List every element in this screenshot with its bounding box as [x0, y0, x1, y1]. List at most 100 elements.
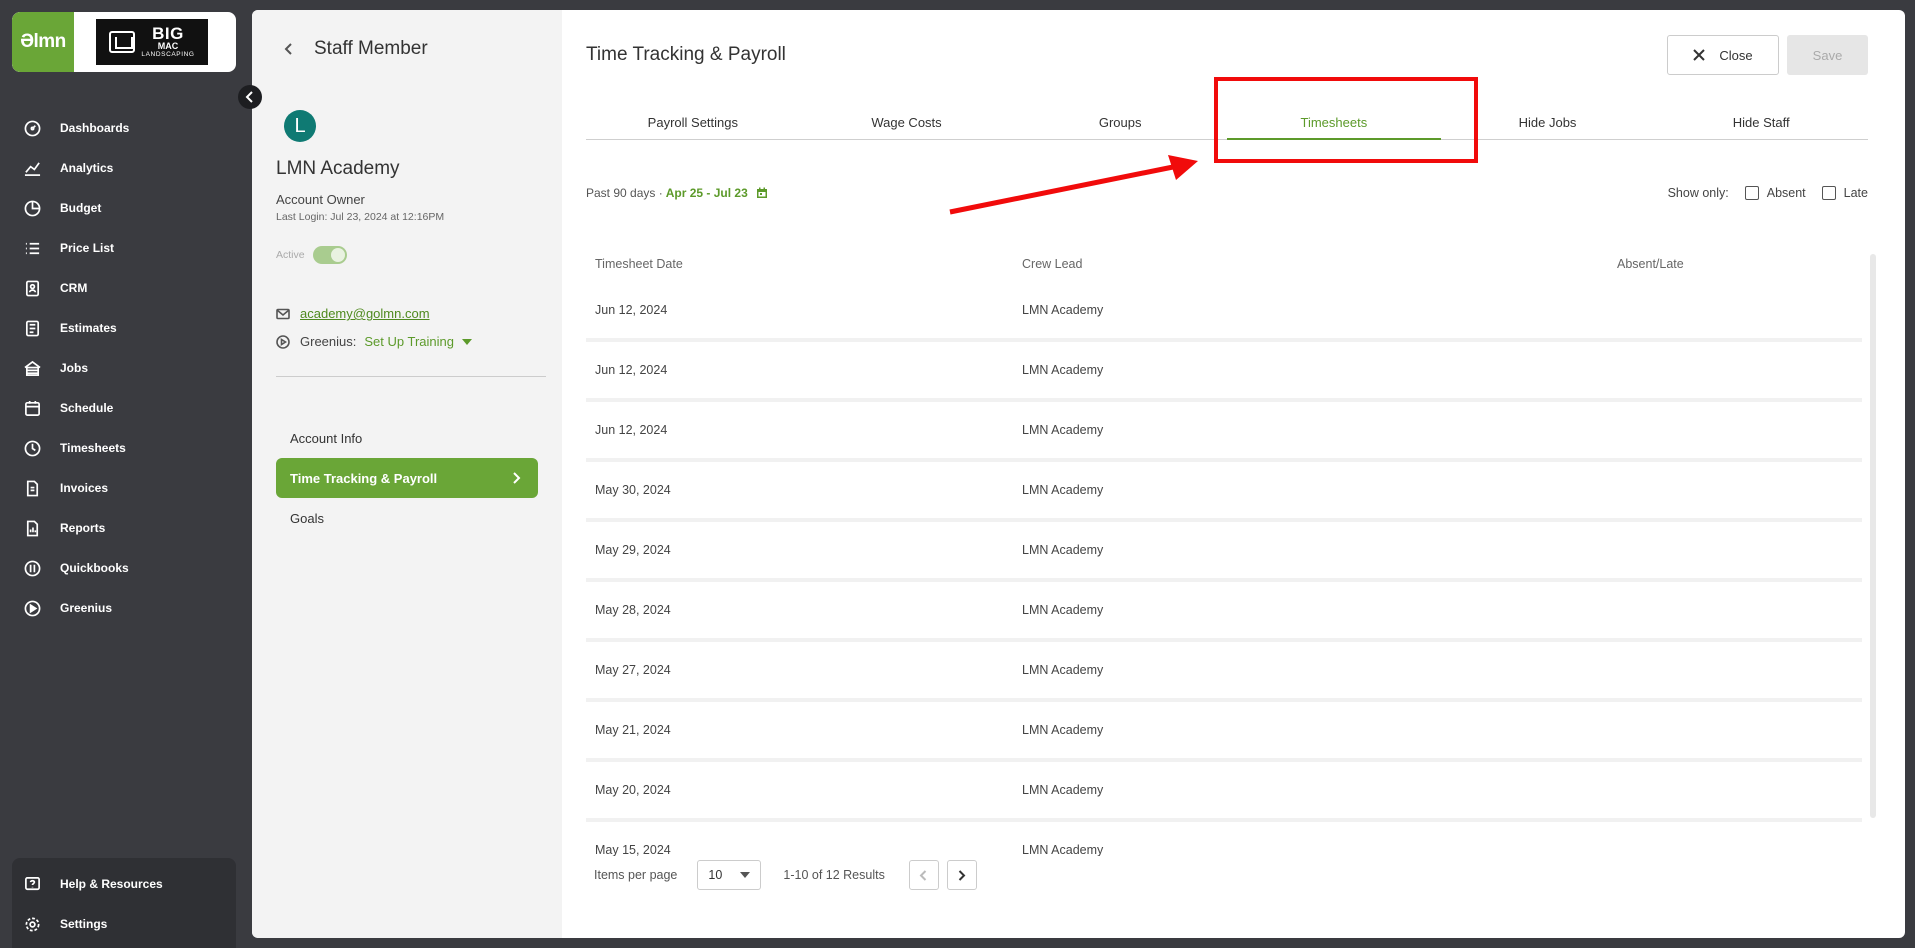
- timesheet-date-cell: Jun 12, 2024: [595, 423, 668, 437]
- menu-item-label: Account Info: [290, 430, 363, 446]
- calendar-icon: [23, 399, 41, 417]
- nav-item-analytics[interactable]: Analytics: [0, 148, 252, 188]
- nav-item-dashboards[interactable]: Dashboards: [0, 108, 252, 148]
- annotation-highlight-box: [1214, 77, 1478, 163]
- company-logo: BIG MAC LANDSCAPING: [96, 19, 208, 65]
- nav-item-label: Dashboards: [60, 121, 130, 135]
- reports-icon: [23, 519, 41, 537]
- close-button-label: Close: [1719, 47, 1753, 63]
- nav-item-label: Invoices: [60, 481, 109, 495]
- gear-icon: [23, 915, 41, 933]
- collapse-sidebar-button[interactable]: [238, 85, 262, 109]
- crew-lead-cell: LMN Academy: [1022, 363, 1104, 377]
- late-checkbox[interactable]: [1821, 186, 1836, 200]
- nav-item-estimates[interactable]: Estimates: [0, 308, 252, 348]
- greenius-training-dropdown[interactable]: Set Up Training: [364, 334, 454, 349]
- nav-item-settings[interactable]: Settings: [12, 904, 236, 944]
- nav-item-label: Analytics: [60, 161, 114, 175]
- next-page-button[interactable]: [946, 860, 977, 890]
- nav-item-label: Timesheets: [60, 441, 126, 455]
- table-row[interactable]: May 27, 2024 LMN Academy: [586, 642, 1862, 698]
- nav-item-help[interactable]: Help & Resources: [12, 864, 236, 904]
- menu-item-goals[interactable]: Goals: [276, 498, 538, 538]
- chevron-left-icon: [919, 869, 927, 881]
- jobs-icon: [23, 359, 41, 377]
- date-filter-period: Past 90 days ·: [586, 186, 663, 200]
- table-row[interactable]: May 21, 2024 LMN Academy: [586, 702, 1862, 758]
- tab-wage-costs[interactable]: Wage Costs: [800, 106, 1014, 139]
- nav-item-invoices[interactable]: Invoices: [0, 468, 252, 508]
- table-row[interactable]: May 20, 2024 LMN Academy: [586, 762, 1862, 818]
- column-header-crew-lead[interactable]: Crew Lead: [1013, 257, 1608, 271]
- nav-item-label: Settings: [60, 917, 108, 931]
- menu-item-label: Goals: [290, 510, 324, 526]
- caret-down-icon[interactable]: [461, 338, 472, 345]
- staff-name: LMN Academy: [276, 158, 400, 179]
- email-row: academy@golmn.com: [276, 306, 430, 321]
- nav-item-reports[interactable]: Reports: [0, 508, 252, 548]
- chevron-right-icon: [959, 869, 966, 881]
- table-scrollbar[interactable]: [1870, 254, 1876, 818]
- nav-item-schedule[interactable]: Schedule: [0, 388, 252, 428]
- table-row[interactable]: May 28, 2024 LMN Academy: [586, 582, 1862, 638]
- back-button[interactable]: Staff Member: [282, 38, 428, 60]
- column-header-absent-late[interactable]: Absent/Late: [1608, 257, 1868, 271]
- nav-item-crm[interactable]: CRM: [0, 268, 252, 308]
- absent-label: Absent: [1766, 186, 1806, 200]
- table-row[interactable]: May 29, 2024 LMN Academy: [586, 522, 1862, 578]
- save-button[interactable]: Save: [1787, 35, 1868, 75]
- crew-lead-cell: LMN Academy: [1022, 783, 1104, 797]
- crew-lead-cell: LMN Academy: [1022, 483, 1104, 497]
- nav-item-budget[interactable]: Budget: [0, 188, 252, 228]
- absent-checkbox[interactable]: [1744, 186, 1759, 200]
- quickbooks-icon: [23, 559, 41, 577]
- menu-item-time-tracking-payroll[interactable]: Time Tracking & Payroll: [276, 458, 538, 498]
- table-row[interactable]: Jun 12, 2024 LMN Academy: [586, 282, 1862, 338]
- divider: [276, 376, 546, 377]
- email-link[interactable]: academy@golmn.com: [300, 306, 430, 321]
- table-row[interactable]: May 15, 2024 LMN Academy: [586, 822, 1862, 856]
- company-logo-line3: LANDSCAPING: [141, 51, 195, 59]
- close-icon: [1693, 49, 1706, 61]
- active-toggle[interactable]: [312, 246, 347, 264]
- greenius-label: Greenius:: [300, 334, 357, 349]
- pagination: Items per page 10 1-10 of 12 Results: [594, 860, 977, 890]
- items-per-page-select[interactable]: 10: [697, 860, 762, 890]
- table-row[interactable]: Jun 12, 2024 LMN Academy: [586, 342, 1862, 398]
- previous-page-button[interactable]: [908, 860, 939, 890]
- table-row[interactable]: May 30, 2024 LMN Academy: [586, 462, 1862, 518]
- nav-item-quickbooks[interactable]: Quickbooks: [0, 548, 252, 588]
- clock-icon: [23, 439, 41, 457]
- date-range-picker[interactable]: Apr 25 - Jul 23: [666, 186, 748, 200]
- nav-item-price-list[interactable]: Price List: [0, 228, 252, 268]
- nav-item-jobs[interactable]: Jobs: [0, 348, 252, 388]
- nav-item-label: CRM: [60, 281, 88, 295]
- help-icon: [23, 875, 41, 893]
- tab-hide-staff[interactable]: Hide Staff: [1654, 106, 1868, 139]
- tab-payroll-settings[interactable]: Payroll Settings: [586, 106, 800, 139]
- timesheet-date-cell: May 29, 2024: [595, 543, 671, 557]
- nav-item-label: Estimates: [60, 321, 117, 335]
- timesheet-date-cell: May 27, 2024: [595, 663, 671, 677]
- caret-down-icon: [740, 872, 751, 878]
- nav-item-label: Help & Resources: [60, 877, 163, 891]
- menu-item-account-info[interactable]: Account Info: [276, 418, 538, 458]
- lmn-logo[interactable]: Əlmn: [12, 12, 74, 72]
- nav-item-greenius[interactable]: Greenius: [0, 588, 252, 628]
- active-label: Active: [276, 249, 305, 261]
- tab-groups[interactable]: Groups: [1013, 106, 1227, 139]
- close-button[interactable]: Close: [1667, 35, 1779, 75]
- list-icon: [23, 239, 41, 257]
- nav-item-timesheets[interactable]: Timesheets: [0, 428, 252, 468]
- table-row[interactable]: Jun 12, 2024 LMN Academy: [586, 402, 1862, 458]
- last-login: Last Login: Jul 23, 2024 at 12:16PM: [276, 211, 445, 223]
- timesheet-date-cell: May 20, 2024: [595, 783, 671, 797]
- greenius-row: Greenius: Set Up Training: [276, 334, 472, 349]
- nav-item-label: Reports: [60, 521, 106, 535]
- calendar-icon[interactable]: [756, 187, 768, 199]
- staff-profile-column: Staff Member L LMN Academy Account Owner…: [252, 10, 562, 938]
- logo-bar: Əlmn BIG MAC LANDSCAPING: [12, 12, 236, 72]
- items-per-page-label: Items per page: [594, 868, 678, 882]
- column-header-timesheet-date[interactable]: Timesheet Date: [586, 257, 1013, 271]
- timesheet-date-cell: Jun 12, 2024: [595, 363, 668, 377]
